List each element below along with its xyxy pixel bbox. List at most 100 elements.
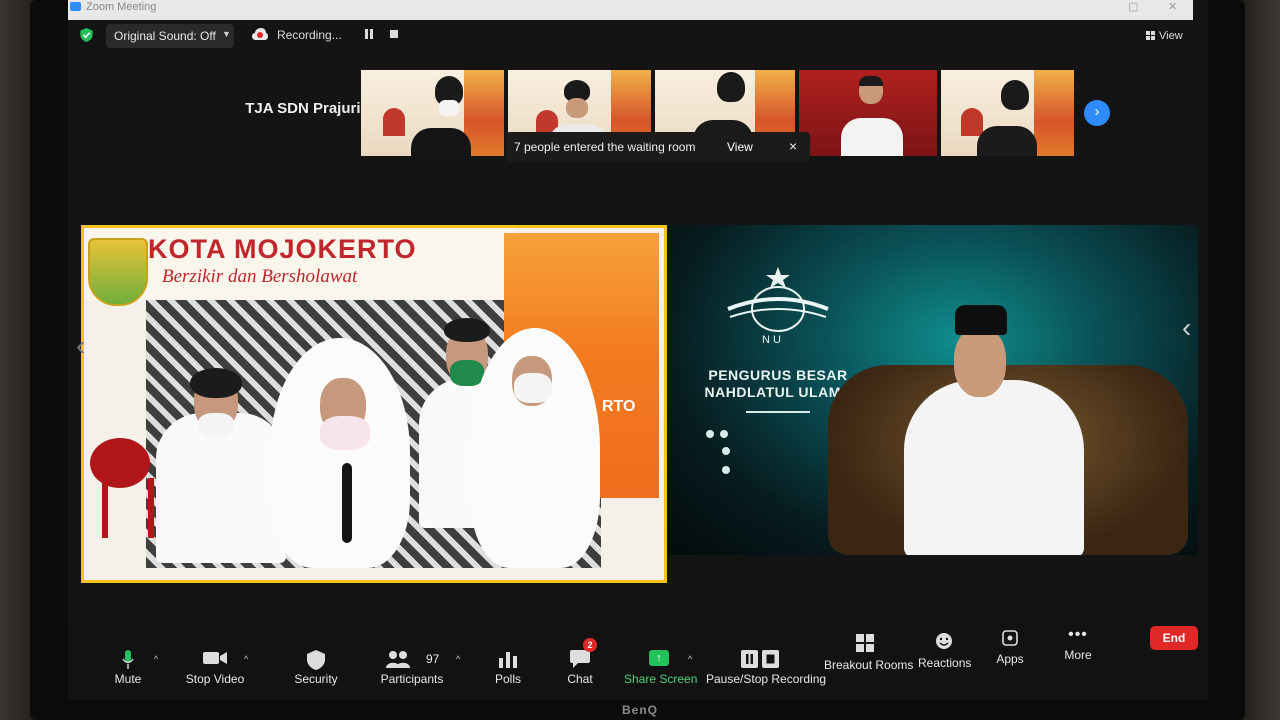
more-button[interactable]: ••• More <box>1058 622 1098 700</box>
drum-stand <box>102 478 154 538</box>
polls-icon <box>499 652 517 668</box>
apps-button[interactable]: Apps <box>990 622 1030 700</box>
social-icon <box>722 447 730 455</box>
speaker-face <box>954 327 1006 397</box>
polls-button[interactable]: Polls <box>488 622 528 700</box>
video-tile-pbnu[interactable]: N U PENGURUS BESAR NAHDLATUL ULAMA <box>668 225 1198 555</box>
security-shield-icon <box>307 650 325 670</box>
apps-icon <box>1002 630 1018 646</box>
meeting-toolbar: Mute ^ Stop Video ^ Security 97 Particip… <box>68 622 1208 700</box>
window-title: Zoom Meeting <box>86 1 157 13</box>
waiting-room-notification: 7 people entered the waiting room View × <box>506 132 810 162</box>
participants-icon <box>385 651 410 668</box>
original-sound-label: Original Sound: Off <box>114 29 216 43</box>
next-page-chevron-icon[interactable]: › <box>1084 100 1110 126</box>
stop-video-button[interactable]: Stop Video <box>180 622 250 700</box>
chat-button[interactable]: 2 Chat <box>560 622 600 700</box>
waiting-room-view-button[interactable]: View <box>727 140 753 154</box>
social-row <box>722 466 736 475</box>
poster-text: RTO <box>602 398 636 415</box>
chat-icon <box>570 650 590 668</box>
breakout-rooms-label: Breakout Rooms <box>824 658 914 672</box>
microphone <box>342 463 352 543</box>
zoom-logo-icon <box>70 2 81 11</box>
banner-title: KOTA MOJOKERTO <box>148 234 417 264</box>
person-woman-speaker <box>270 338 410 568</box>
participants-button[interactable]: 97 Participants <box>376 622 448 700</box>
recording-status: Recording... <box>277 28 342 42</box>
microphone-icon <box>122 650 134 669</box>
chevron-up-icon[interactable]: ^ <box>154 654 158 664</box>
close-window-icon[interactable]: ✕ <box>1168 0 1177 14</box>
share-screen-label: Share Screen <box>624 672 698 686</box>
pause-stop-icon <box>741 650 779 668</box>
participant-thumbnail[interactable] <box>361 70 504 156</box>
reactions-smiley-icon <box>936 633 952 649</box>
chevron-down-icon[interactable]: ▼ <box>222 29 231 39</box>
view-button[interactable]: View <box>1146 30 1183 42</box>
org-line-1: PENGURUS BESAR <box>708 367 848 383</box>
pause-stop-recording-button[interactable]: Pause/Stop Recording <box>706 622 827 700</box>
security-button[interactable]: Security <box>288 622 344 700</box>
participants-label: Participants <box>380 672 444 686</box>
zoom-window: Zoom Meeting ▢ ✕ Original Sound: Off ▼ R… <box>68 0 1208 700</box>
share-screen-icon: ↑ <box>649 650 669 666</box>
nu-logo-icon: N U <box>727 267 829 345</box>
chevron-up-icon[interactable]: ^ <box>688 654 692 664</box>
share-screen-button[interactable]: ↑ Share Screen <box>624 622 698 700</box>
mute-label: Mute <box>114 672 142 686</box>
cap <box>444 318 490 342</box>
banner-subtitle: Berzikir dan Bersholawat <box>162 266 358 287</box>
mask <box>198 413 234 437</box>
more-dots-icon: ••• <box>1068 626 1088 643</box>
prev-page-chevron-icon[interactable]: ‹ <box>76 330 85 362</box>
social-row <box>722 447 736 456</box>
stop-video-label: Stop Video <box>185 672 245 686</box>
apps-label: Apps <box>996 652 1024 666</box>
pause-stop-recording-label: Pause/Stop Recording <box>706 672 827 686</box>
stop-recording-icon[interactable] <box>390 30 398 38</box>
title-bar: Zoom Meeting ▢ ✕ <box>68 0 1193 20</box>
original-sound-button[interactable]: Original Sound: Off ▼ <box>106 24 234 48</box>
prev-page-chevron-icon[interactable]: ‹ <box>1182 312 1191 344</box>
floral-mask <box>320 416 370 450</box>
speaker-cap <box>955 305 1007 335</box>
chat-unread-badge: 2 <box>583 638 597 652</box>
social-icon <box>722 466 730 474</box>
more-label: More <box>1064 648 1092 662</box>
encryption-shield-icon[interactable] <box>80 28 93 42</box>
participant-thumbnail[interactable] <box>799 70 937 156</box>
video-camera-icon <box>203 652 227 664</box>
view-label: View <box>1159 30 1183 42</box>
reactions-label: Reactions <box>918 656 972 670</box>
polls-label: Polls <box>494 672 521 686</box>
nu-letters: N U <box>762 334 781 345</box>
chevron-up-icon[interactable]: ^ <box>244 654 248 664</box>
waiting-room-message: 7 people entered the waiting room <box>514 140 696 154</box>
chevron-up-icon[interactable]: ^ <box>456 654 460 664</box>
breakout-rooms-button[interactable]: Breakout Rooms <box>824 622 914 700</box>
close-icon[interactable]: × <box>789 138 797 154</box>
breakout-rooms-icon <box>856 634 874 652</box>
participants-count: 97 <box>426 652 440 666</box>
social-row <box>706 430 734 439</box>
chat-label: Chat <box>567 672 593 686</box>
green-mask <box>450 360 484 386</box>
mute-button[interactable]: Mute <box>108 622 148 700</box>
cap <box>190 368 242 398</box>
restore-icon[interactable]: ▢ <box>1128 0 1138 14</box>
participant-name-tile[interactable]: TJA SDN Prajuri... <box>198 100 373 117</box>
mask <box>514 373 552 403</box>
city-crest-logo <box>88 238 148 306</box>
monitor-brand-logo: BenQ <box>622 703 659 717</box>
video-tile-mojokerto[interactable]: KOTA MOJOKERTO Berzikir dan Bersholawat … <box>81 225 667 583</box>
social-icon <box>720 430 728 438</box>
reactions-button[interactable]: Reactions <box>918 622 972 700</box>
person-speaker-robe <box>904 380 1084 555</box>
pause-recording-icon[interactable] <box>364 29 374 39</box>
grid-view-icon <box>1146 31 1155 40</box>
divider <box>746 411 810 413</box>
end-meeting-button[interactable]: End <box>1150 626 1198 650</box>
social-icon <box>706 430 714 438</box>
participant-thumbnail[interactable] <box>941 70 1074 156</box>
